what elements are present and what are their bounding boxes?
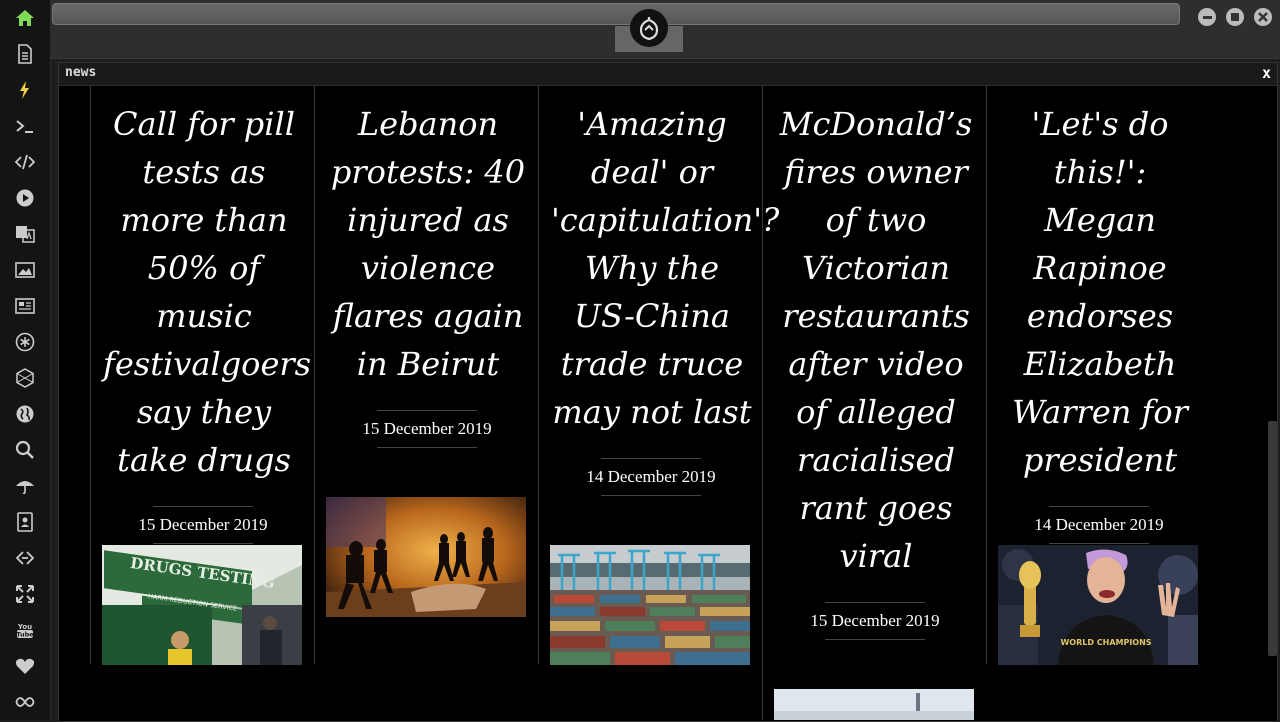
asterisk-icon[interactable] <box>14 331 36 353</box>
terminal-icon[interactable] <box>14 115 36 137</box>
minimize-button[interactable] <box>1198 8 1216 26</box>
maximize-button[interactable] <box>1226 8 1244 26</box>
heart-icon[interactable] <box>14 655 36 677</box>
translate-icon[interactable] <box>14 223 36 245</box>
rebel-logo-icon[interactable] <box>630 9 668 47</box>
article-title[interactable]: Lebanon protests: 40 injured as violence… <box>327 100 529 388</box>
bolt-icon[interactable] <box>14 79 36 101</box>
panel-close-button[interactable]: x <box>1262 64 1271 82</box>
article-image-rapinoe[interactable]: WORLD CHAMPIONS <box>998 545 1198 665</box>
article-date: 14 December 2019 <box>586 458 716 496</box>
article-image-mcdonalds[interactable] <box>774 689 974 720</box>
globe-icon[interactable] <box>14 403 36 425</box>
article-image-beirut-protest[interactable] <box>326 497 526 617</box>
close-window-button[interactable] <box>1254 8 1272 26</box>
article-card[interactable]: McDonald’s fires owner of two Victorian … <box>762 86 987 720</box>
home-icon[interactable] <box>14 7 36 29</box>
newspaper-icon[interactable] <box>14 295 36 317</box>
play-icon[interactable] <box>14 187 36 209</box>
article-date: 15 December 2019 <box>138 506 268 544</box>
article-title[interactable]: 'Amazing deal' or 'capitulation'? Why th… <box>551 100 779 436</box>
document-icon[interactable] <box>14 43 36 65</box>
hexagon-icon[interactable] <box>14 367 36 389</box>
article-image-shipping-port[interactable] <box>550 545 750 665</box>
infinity-icon[interactable] <box>14 691 36 713</box>
youtube-icon[interactable]: You Tube <box>14 619 36 641</box>
shirt-text: WORLD CHAMPIONS <box>1060 638 1151 647</box>
article-title[interactable]: 'Let's do this!': Megan Rapinoe endorses… <box>999 100 1201 484</box>
scrollbar-thumb[interactable] <box>1268 421 1277 656</box>
article-date: 14 December 2019 <box>1034 506 1164 544</box>
link-icon[interactable] <box>14 547 36 569</box>
address-bar[interactable] <box>52 3 1180 25</box>
article-date: 15 December 2019 <box>810 602 940 640</box>
contacts-icon[interactable] <box>14 511 36 533</box>
code-icon[interactable] <box>14 151 36 173</box>
app-sidebar: You Tube <box>0 0 51 720</box>
article-date: 15 December 2019 <box>362 410 492 448</box>
svg-text:Tube: Tube <box>16 631 34 639</box>
article-image-drug-testing[interactable]: DRUGS TESTING HARM REDUCTION SERVICE <box>102 545 302 665</box>
search-icon[interactable] <box>14 439 36 461</box>
panel-title: news <box>65 65 97 80</box>
article-title[interactable]: Call for pill tests as more than 50% of … <box>103 100 311 484</box>
expand-icon[interactable] <box>14 583 36 605</box>
article-title[interactable]: McDonald’s fires owner of two Victorian … <box>775 100 977 580</box>
image-icon[interactable] <box>14 259 36 281</box>
umbrella-icon[interactable] <box>14 475 36 497</box>
panel-header: news x <box>59 63 1277 86</box>
